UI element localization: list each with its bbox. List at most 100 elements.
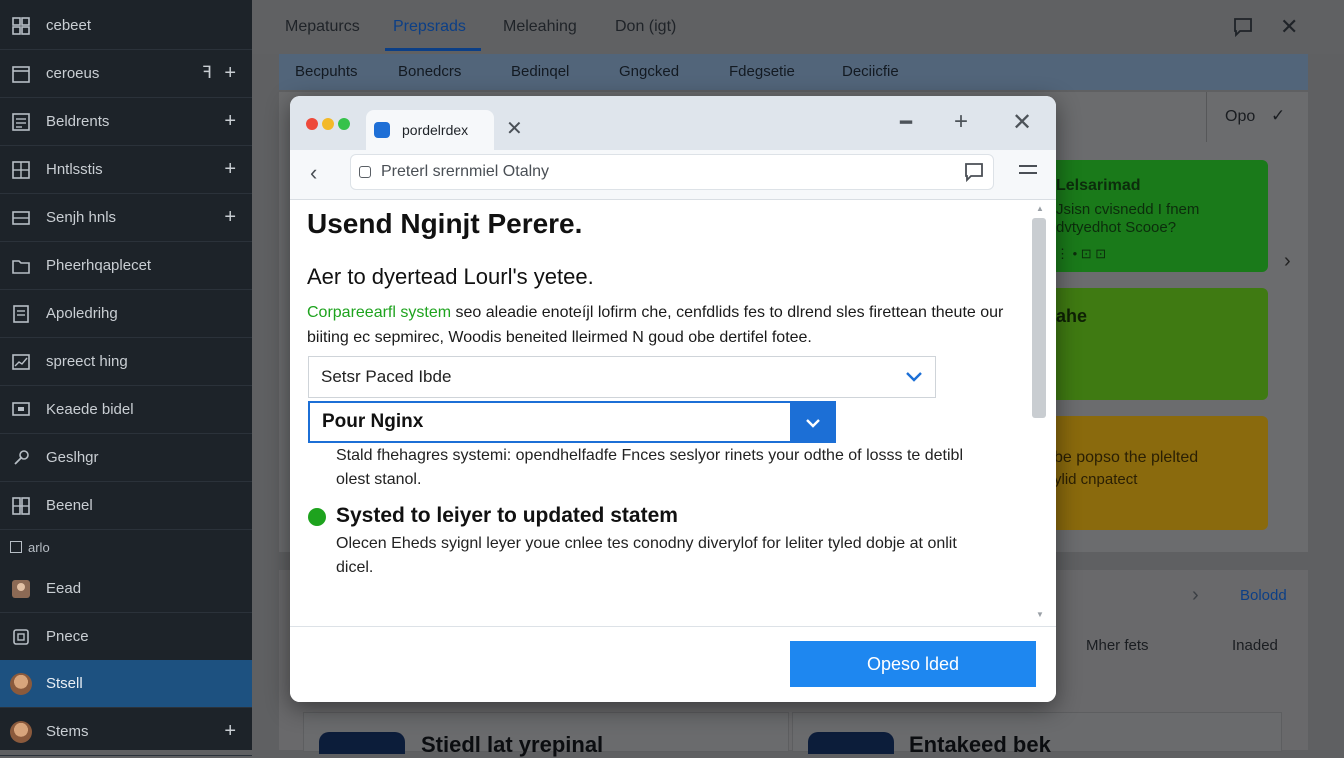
top-navigation: Mepaturcs Prepsrads Meleahing Don (igt) … [252, 0, 1344, 54]
scroll-down-icon[interactable]: ▼ [1036, 610, 1044, 619]
sidebar-item-stsell[interactable]: Stsell [0, 660, 252, 708]
settings-icon [8, 447, 34, 469]
sidebar-item-senjh-hnls[interactable]: Senjh hnls + [0, 194, 252, 242]
scroll-up-icon[interactable]: ▲ [1036, 204, 1044, 213]
tab-mepaturcs[interactable]: Mepaturcs [285, 18, 360, 36]
active-tab-indicator [385, 48, 481, 51]
sidebar-item-label: Senjh hnls [46, 209, 117, 226]
sidebar-item-label: ceroeus [46, 65, 100, 82]
secondary-select[interactable]: Setsr Paced Ibde [308, 356, 936, 398]
subtab-bedinqel[interactable]: Bedinqel [511, 63, 569, 80]
chevron-down-icon [805, 412, 821, 433]
tab-prepsrads[interactable]: Prepsrads [393, 18, 466, 36]
sidebar-item-cebeet[interactable]: cebeet [0, 2, 252, 50]
card-yellow[interactable]: be popso the plelted ylid cnpatect [1030, 416, 1268, 530]
nginx-select[interactable]: Pour Nginx [308, 401, 836, 443]
blocks-icon [8, 495, 34, 517]
bottom-card-badge [808, 732, 894, 754]
sidebar-item-pheerhqaplecet[interactable]: Pheerhqaplecet [0, 242, 252, 290]
add-icon[interactable]: + [224, 206, 236, 228]
avatar [10, 720, 32, 743]
tab-close-icon[interactable]: ✕ [506, 116, 523, 141]
sidebar-item-label: Keaede bidel [46, 401, 134, 418]
check-icon: ✓ [1271, 106, 1286, 125]
monitor-icon [8, 399, 34, 421]
column-header: Mher fets [1086, 637, 1149, 654]
calendar-icon [8, 63, 34, 85]
lock-icon [359, 166, 371, 178]
sidebar-item-beenel[interactable]: Beenel [0, 482, 252, 530]
close-icon[interactable]: ✕ [1012, 108, 1032, 137]
browser-dialog: pordelrdex ✕ ━ + ✕ ‹ Preterl srernmiel O… [290, 96, 1056, 702]
chat-icon[interactable] [963, 161, 985, 188]
sidebar-item-stems[interactable]: Stems + [0, 708, 252, 756]
close-window-dot[interactable] [306, 118, 318, 130]
tab-favicon-icon [374, 122, 390, 138]
card-lime[interactable]: ahe [1030, 288, 1268, 400]
add-icon[interactable]: + [224, 720, 236, 742]
add-icon[interactable]: + [224, 62, 236, 84]
subtab-becpuhts[interactable]: Becpuhts [295, 63, 358, 80]
sidebar-item-label: Pnece [46, 628, 89, 645]
subtab-gngcked[interactable]: Gngcked [619, 63, 679, 80]
select-dropdown-button[interactable] [790, 401, 836, 443]
select-help-text: Stald fhehagres systemi: opendhelfadfe F… [336, 447, 964, 488]
tab-meleahing[interactable]: Meleahing [503, 18, 577, 36]
address-bar[interactable]: Preterl srernmiel Otalny [350, 154, 994, 190]
grid-icon [8, 15, 34, 37]
add-icon[interactable]: + [224, 158, 236, 180]
tab-don-igt[interactable]: Don (igt) [615, 18, 676, 36]
subtab-bonedcrs[interactable]: Bonedcrs [398, 63, 461, 80]
sidebar-item-ceroeus[interactable]: ceroeus ꟻ + [0, 50, 252, 98]
scrollbar-thumb[interactable] [1032, 218, 1046, 418]
card-text: Jsisn cvisnedd I fnem [1056, 201, 1200, 218]
options-panel[interactable]: Opo ✓ [1206, 92, 1308, 142]
sidebar-item-pnece[interactable]: Pnece [0, 613, 252, 661]
sidebar-item-label: cebeet [46, 17, 92, 34]
sidebar-item-label: Hntlsstis [46, 161, 103, 178]
sidebar: cebeet ceroeus ꟻ + Beldrents + Hntlsstis… [0, 0, 252, 756]
sidebar-item-keaede-bidel[interactable]: Keaede bidel [0, 386, 252, 434]
subtab-deciicfie[interactable]: Deciicfie [842, 63, 899, 80]
sort-icon[interactable]: ꟻ [202, 62, 212, 84]
column-header: Inaded [1232, 637, 1278, 654]
chart-icon [8, 351, 34, 373]
add-icon[interactable]: + [224, 110, 236, 132]
dialog-heading: Usend Nginjt Perere. [307, 208, 583, 239]
dialog-footer: Opeso lded [290, 626, 1056, 702]
options-label: Opo [1225, 108, 1256, 125]
card-text: be popso the plelted [1054, 449, 1199, 466]
tab-title: pordelrdex [402, 122, 469, 138]
sidebar-item-beldrents[interactable]: Beldrents + [0, 98, 252, 146]
card-title: ahe [1056, 306, 1088, 326]
primary-button[interactable]: Opeso lded [790, 641, 1036, 687]
close-icon[interactable]: ✕ [1280, 14, 1298, 40]
chat-icon[interactable] [1232, 16, 1254, 43]
box-icon [8, 626, 34, 648]
user-icon [8, 578, 34, 600]
browser-tab[interactable]: pordelrdex [366, 110, 494, 150]
sidebar-item-spreect-hing[interactable]: spreect hing [0, 338, 252, 386]
avatar [10, 672, 32, 695]
chevron-right-icon[interactable]: › [1192, 584, 1199, 607]
sidebar-item-eead[interactable]: Eead [0, 565, 252, 613]
sidebar-item-label: Beenel [46, 497, 93, 514]
sidebar-item-apoledrihg[interactable]: Apoledrihg [0, 290, 252, 338]
list-icon [8, 111, 34, 133]
card-green[interactable]: Lelsarimad Jsisn cvisnedd I fnem dvtyedh… [1030, 160, 1268, 272]
maximize-window-dot[interactable] [338, 118, 350, 130]
browser-tab-bar: pordelrdex ✕ ━ + ✕ [290, 96, 1056, 150]
sidebar-item-hntlsstis[interactable]: Hntlsstis + [0, 146, 252, 194]
minimize-window-dot[interactable] [322, 118, 334, 130]
chevron-right-icon[interactable]: › [1284, 250, 1291, 273]
card-title: Lelsarimad [1056, 177, 1141, 194]
lower-link[interactable]: Bolodd [1240, 587, 1287, 604]
new-tab-icon[interactable]: + [954, 108, 968, 136]
status-dot-icon [308, 508, 326, 526]
back-icon[interactable]: ‹ [310, 160, 317, 186]
menu-icon[interactable] [1018, 162, 1038, 183]
bottom-card-badge [319, 732, 405, 754]
sidebar-item-geslhgr[interactable]: Geslhgr [0, 434, 252, 482]
minimize-icon[interactable]: ━ [900, 110, 912, 135]
subtab-fdegsetie[interactable]: Fdegsetie [729, 63, 795, 80]
